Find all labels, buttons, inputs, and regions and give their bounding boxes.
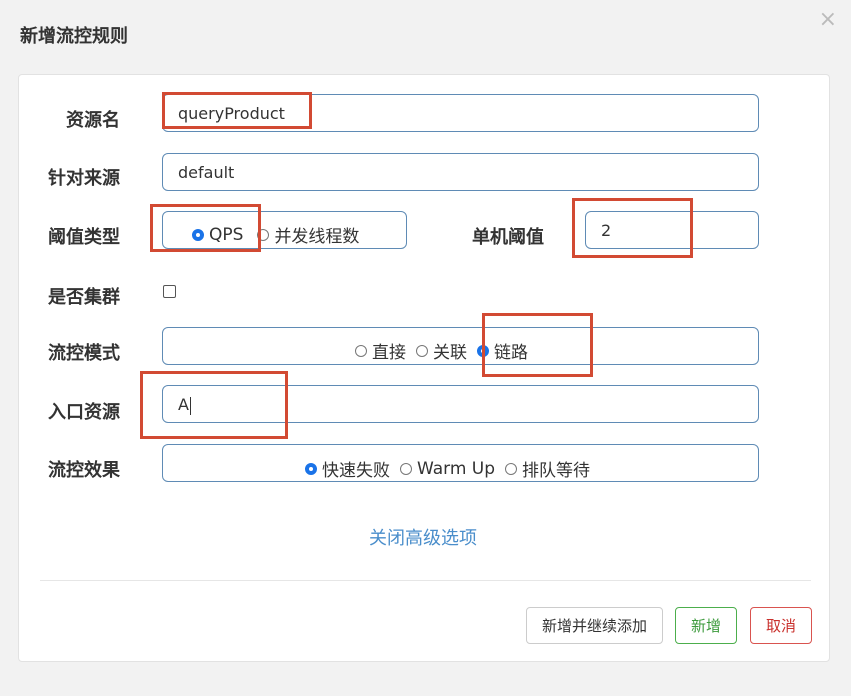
flow-mode-radios: 直接 关联 链路 [355, 338, 536, 363]
cancel-button[interactable]: 取消 [750, 607, 812, 644]
radio-direct-indicator [355, 344, 367, 357]
radio-chain-indicator [477, 344, 489, 357]
radio-warm-up[interactable]: Warm Up [400, 459, 495, 479]
radio-fast-fail[interactable]: 快速失败 [305, 456, 390, 481]
flow-rule-dialog: 新增流控规则 × 资源名 queryProduct 针对来源 default 阈… [0, 0, 851, 696]
text-caret [189, 396, 191, 415]
dialog-title: 新增流控规则 [20, 26, 128, 47]
effect-label: 流控效果 [48, 460, 120, 481]
resource-name-label: 资源名 [66, 110, 120, 131]
radio-queue-indicator [505, 462, 518, 475]
cluster-label: 是否集群 [48, 287, 120, 308]
radio-associate-indicator [416, 344, 428, 357]
radio-direct-label: 直接 [372, 343, 406, 363]
radio-associate-label: 关联 [433, 343, 467, 363]
radio-associate[interactable]: 关联 [416, 338, 467, 363]
entry-resource-text: A [178, 395, 191, 415]
radio-concurrent-threads[interactable]: 并发线程数 [257, 222, 359, 247]
single-threshold-value: 2 [601, 221, 612, 240]
resource-name-input[interactable]: queryProduct [162, 94, 759, 132]
close-icon[interactable]: × [819, 8, 837, 32]
cluster-checkbox[interactable] [163, 285, 176, 298]
radio-queue-label: 排队等待 [522, 461, 591, 481]
radio-warm-up-indicator [400, 462, 412, 475]
radio-direct[interactable]: 直接 [355, 338, 406, 363]
radio-chain-label: 链路 [494, 343, 528, 363]
add-and-continue-button[interactable]: 新增并继续添加 [526, 607, 663, 644]
entry-resource-label: 入口资源 [48, 402, 120, 423]
add-button[interactable]: 新增 [675, 607, 737, 644]
close-advanced-link[interactable]: 关闭高级选项 [369, 524, 477, 550]
radio-fast-fail-indicator [305, 462, 317, 475]
origin-input[interactable]: default [162, 153, 759, 191]
threshold-type-radios: QPS 并发线程数 [192, 222, 367, 247]
resource-name-value: queryProduct [178, 104, 285, 123]
radio-fast-fail-label: 快速失败 [322, 461, 390, 481]
radio-concurrent-indicator [257, 228, 270, 241]
flow-mode-label: 流控模式 [48, 343, 120, 364]
origin-label: 针对来源 [48, 168, 120, 189]
effect-radios: 快速失败 Warm Up 排队等待 [305, 456, 598, 481]
radio-qps-label: QPS [209, 224, 244, 245]
entry-resource-value: A [178, 395, 189, 414]
radio-qps[interactable]: QPS [192, 225, 243, 245]
footer-divider [40, 580, 811, 581]
radio-qps-indicator [192, 228, 204, 241]
threshold-type-label: 阈值类型 [48, 227, 120, 248]
radio-chain[interactable]: 链路 [477, 338, 528, 363]
single-threshold-input[interactable]: 2 [585, 211, 759, 249]
radio-warm-up-label: Warm Up [417, 458, 496, 479]
radio-queue[interactable]: 排队等待 [505, 456, 590, 481]
entry-resource-input[interactable]: A [162, 385, 759, 423]
radio-concurrent-label: 并发线程数 [274, 227, 360, 247]
origin-value: default [178, 163, 235, 182]
single-threshold-label: 单机阈值 [472, 227, 544, 248]
